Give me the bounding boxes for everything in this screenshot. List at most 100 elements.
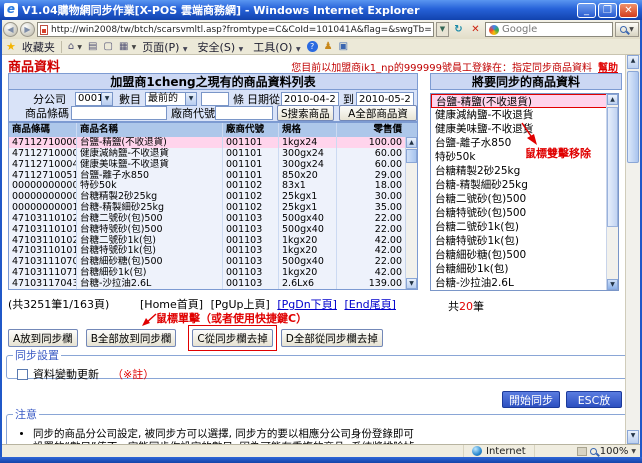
table-cell: 台糖二號砂(包)500 [77,213,223,224]
vendor-input[interactable] [215,106,273,120]
zoom-caret-icon[interactable]: ▼ [631,448,636,455]
table-cell: 29.00 [337,170,405,181]
toolbar-menu-0[interactable]: 页面(P) ▼ [142,39,187,55]
back-button[interactable]: ◀ [3,22,18,37]
table-row[interactable]: 4711271000090健康減納鹽-不收退貨001101300gx2460.0… [9,148,417,159]
forward-button[interactable]: ▶ [20,22,35,37]
address-input[interactable] [51,25,431,35]
table-cell: 健康減納鹽-不收退貨 [77,148,223,159]
date-to-input[interactable] [356,92,414,106]
table-cell: 2.6Lx6 [279,278,337,289]
refresh-icon[interactable]: ↻ [451,22,466,37]
table-row[interactable]: 4710311107058台糖細砂糖(包)500001103500gx4022.… [9,256,417,267]
table-cell: 4711271000014 [9,137,77,148]
close-button[interactable]: ✕ [619,3,638,18]
security-zone: Internet [464,445,535,457]
table-row[interactable]: 4710311704318台糖-沙拉油2.6L0011032.6Lx6139.0… [9,278,417,289]
table-row[interactable]: 4710311010211台糖二號砂1k(包)0011031kgx2042.00 [9,235,417,246]
extra-tool-icon-2[interactable]: ▣ [339,41,348,52]
table-row[interactable]: 4711271000014台鹽-精鹽(不收退貨)0011011kgx24100.… [9,137,417,148]
sync-list-item[interactable]: 台糖-精製細砂25kg [431,178,607,192]
sync-list-item[interactable]: 台糖-沙拉油2.6L [431,276,607,290]
branch-select[interactable]: 0001▼ [75,92,113,106]
barcode-input[interactable] [71,106,167,120]
home-icon[interactable]: ⌂ ▼ [68,41,82,52]
sync-list-item[interactable]: 台糖特號砂(包)500 [431,206,607,220]
scroll-up-icon[interactable]: ▲ [607,94,618,105]
scroll-down-icon[interactable]: ▼ [406,278,417,289]
sync-list-item[interactable]: 台糖細砂1k(包) [431,262,607,276]
table-cell: 850x20 [279,170,337,181]
sync-list-item[interactable]: 台糖二號砂(包)500 [431,192,607,206]
table-row[interactable]: 4711271005118台鹽-離子水850001101850x2029.00 [9,170,417,181]
table-row[interactable]: 0000000000031特砂50k00110283x118.00 [9,180,417,191]
toolbar-separator [61,41,62,53]
address-box[interactable] [37,22,434,37]
note-marker: （※註） [112,366,154,382]
action-button-d[interactable]: D全部從同步欄去掉 [281,329,383,347]
product-table-header: 商品條碼商品名稱廠商代號規格零售價 [9,123,417,137]
sync-list-item[interactable]: 台糖細砂糖(包)500 [431,248,607,262]
all-products-button[interactable]: A全部商品資料 [339,105,417,121]
stop-icon[interactable]: ✕ [468,22,483,37]
sync-scrollbar[interactable]: ▲ ▼ [606,94,618,290]
table-row[interactable]: 4710311107102台糖細砂1k(包)0011031kgx2042.00 [9,267,417,278]
search-button[interactable]: ▼ [615,22,639,37]
sync-list-item[interactable]: 台糖二號砂1k(包) [431,220,607,234]
sync-list-item[interactable]: 健康減納鹽-不收退貨 [431,108,607,122]
restore-button[interactable]: ❐ [598,3,617,18]
internet-globe-icon [472,446,482,456]
table-row[interactable]: 4710311010112台糖特號砂1k(包)0011031kgx2042.00 [9,245,417,256]
sync-list-item[interactable]: 台糖特號砂1k(包) [431,234,607,248]
table-scrollbar[interactable]: ▲ ▼ [405,137,417,289]
date-from-input[interactable] [281,92,339,106]
count-select[interactable]: 最前的▼ [145,92,197,106]
feeds-icon[interactable]: ▤ [88,41,97,52]
zoom-control[interactable]: 100% ▼ [577,446,640,457]
favorites-label[interactable]: 收藏夹 [22,39,55,55]
read-mail-icon[interactable]: ▢ [103,41,112,52]
action-button-c[interactable]: C從同步欄去掉 [192,329,272,347]
action-button-a[interactable]: A放到同步欄 [8,329,78,347]
table-cell: 1kgx20 [279,235,337,246]
sync-list-item[interactable]: 台鹽-精鹽(不收退貨) [431,94,607,108]
table-row[interactable]: 0000000000161台糖-精製細砂25kg00110225kgx135.0… [9,202,417,213]
scroll-up-icon[interactable]: ▲ [627,55,639,69]
favorites-star-icon[interactable]: ★ [6,40,16,53]
scroll-thumb[interactable] [406,149,417,163]
toolbar-menu-1[interactable]: 安全(S) ▼ [198,39,244,55]
table-row[interactable]: 4710311010204台糖二號砂(包)500001103500gx4022.… [9,213,417,224]
page-scrollbar[interactable]: ▲ ▼ [625,55,640,444]
date-from-label: 日期從 [247,93,280,106]
table-row[interactable]: 4710311010105台糖特號砂(包)500001103500gx4022.… [9,224,417,235]
action-button-b[interactable]: B全部放到同步欄 [86,329,177,347]
address-dropdown-icon[interactable]: ▼ [436,22,449,37]
table-cell: 4710311107102 [9,267,77,278]
sync-list-item[interactable]: 台糖精製2砂25kg [431,164,607,178]
table-cell: 台糖細砂糖(包)500 [77,256,223,267]
data-change-checkbox[interactable] [17,369,28,380]
table-row[interactable]: 0000000000048台糖精製2砂25kg00110225kgx130.00 [9,191,417,202]
search-input[interactable]: Google [502,24,537,35]
scroll-thumb[interactable] [607,107,618,227]
count-input[interactable] [201,92,229,106]
minimize-button[interactable]: _ [577,3,596,18]
sync-settings-legend: 同步設置 [13,347,61,363]
table-row[interactable]: 4711271000472健康美味鹽-不收退貨001101300gx2460.0… [9,159,417,170]
help-icon[interactable]: ? [307,41,318,52]
scroll-thumb[interactable] [627,71,639,163]
extra-tool-icon-1[interactable]: ♟ [324,41,333,52]
table-cell: 25kgx1 [279,191,337,202]
toolbar-menu-2[interactable]: 工具(O) ▼ [253,39,300,55]
page-error-icon [40,25,48,35]
scroll-down-icon[interactable]: ▼ [627,430,639,444]
table-cell: 台糖精製2砂25kg [77,191,223,202]
title-bar[interactable]: e V1.04購物網同步作業[X-POS 雲端商務網] - Windows In… [0,0,642,20]
search-products-button[interactable]: S搜索商品 [277,105,334,121]
print-icon[interactable]: ▦ ▼ [119,41,136,52]
page-end-link[interactable]: [End尾頁] [344,298,396,311]
scroll-up-icon[interactable]: ▲ [406,137,417,148]
search-box[interactable]: Google [485,22,613,37]
scroll-down-icon[interactable]: ▼ [607,279,618,290]
table-cell: 500gx40 [279,256,337,267]
